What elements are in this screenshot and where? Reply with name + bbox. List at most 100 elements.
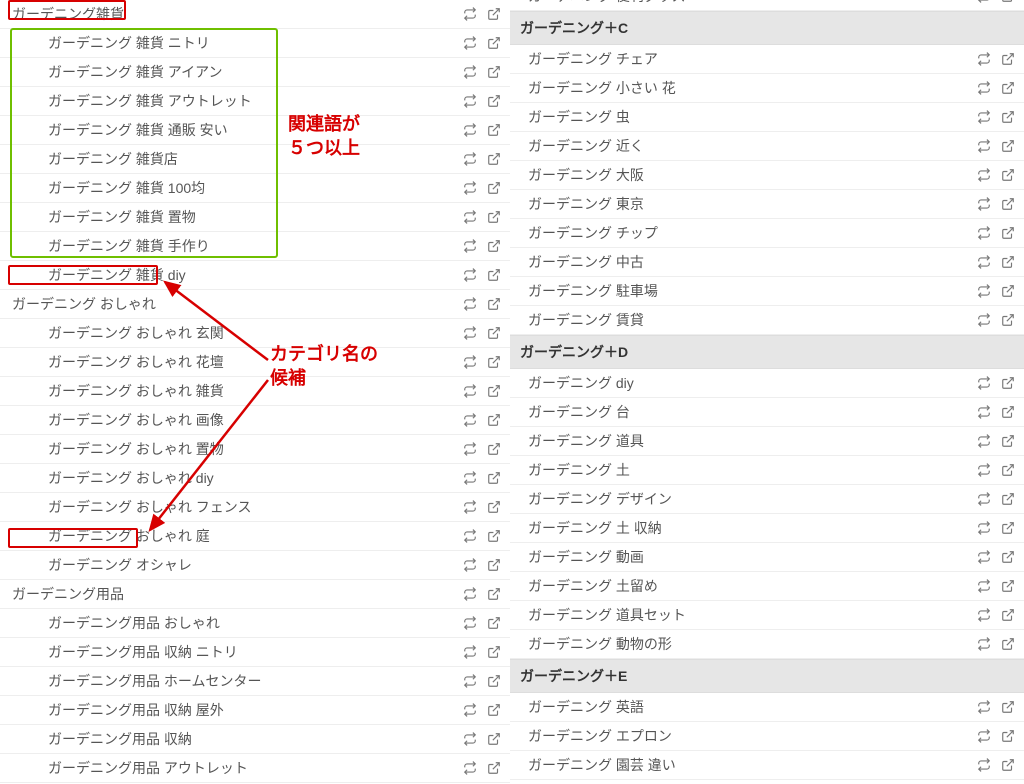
external-link-icon[interactable] bbox=[486, 238, 502, 254]
keyword-row[interactable]: ガーデニング 映画 bbox=[510, 780, 1024, 784]
keyword-row[interactable]: ガーデニング 雑貨 置物 bbox=[0, 203, 510, 232]
retweet-icon[interactable] bbox=[462, 731, 478, 747]
retweet-icon[interactable] bbox=[462, 760, 478, 776]
external-link-icon[interactable] bbox=[486, 180, 502, 196]
keyword-row[interactable]: ガーデニング おしゃれ 画像 bbox=[0, 406, 510, 435]
keyword-row[interactable]: ガーデニング 雑貨 アウトレット bbox=[0, 87, 510, 116]
retweet-icon[interactable] bbox=[462, 93, 478, 109]
keyword-row[interactable]: ガーデニング おしゃれ 玄関 bbox=[0, 319, 510, 348]
external-link-icon[interactable] bbox=[486, 209, 502, 225]
external-link-icon[interactable] bbox=[486, 35, 502, 51]
external-link-icon[interactable] bbox=[1000, 0, 1016, 4]
retweet-icon[interactable] bbox=[462, 296, 478, 312]
external-link-icon[interactable] bbox=[486, 296, 502, 312]
keyword-row[interactable]: ガーデニング 道具セット bbox=[510, 601, 1024, 630]
external-link-icon[interactable] bbox=[1000, 254, 1016, 270]
external-link-icon[interactable] bbox=[486, 325, 502, 341]
external-link-icon[interactable] bbox=[1000, 375, 1016, 391]
retweet-icon[interactable] bbox=[976, 491, 992, 507]
retweet-icon[interactable] bbox=[462, 615, 478, 631]
keyword-row[interactable]: ガーデニング 雑貨 diy bbox=[0, 261, 510, 290]
keyword-row[interactable]: ガーデニング 賃貸 bbox=[510, 306, 1024, 335]
retweet-icon[interactable] bbox=[976, 549, 992, 565]
retweet-icon[interactable] bbox=[462, 644, 478, 660]
retweet-icon[interactable] bbox=[462, 122, 478, 138]
external-link-icon[interactable] bbox=[1000, 225, 1016, 241]
keyword-row[interactable]: ガーデニング 動画 bbox=[510, 543, 1024, 572]
retweet-icon[interactable] bbox=[462, 6, 478, 22]
keyword-row[interactable]: ガーデニング おしゃれ 雑貨 bbox=[0, 377, 510, 406]
external-link-icon[interactable] bbox=[486, 383, 502, 399]
external-link-icon[interactable] bbox=[1000, 491, 1016, 507]
retweet-icon[interactable] bbox=[976, 196, 992, 212]
external-link-icon[interactable] bbox=[486, 122, 502, 138]
retweet-icon[interactable] bbox=[976, 51, 992, 67]
retweet-icon[interactable] bbox=[462, 470, 478, 486]
retweet-icon[interactable] bbox=[462, 209, 478, 225]
keyword-row[interactable]: ガーデニング おしゃれ 庭 bbox=[0, 522, 510, 551]
keyword-row[interactable]: ガーデニング 雑貨 ニトリ bbox=[0, 29, 510, 58]
keyword-row[interactable]: ガーデニング 英語 bbox=[510, 693, 1024, 722]
keyword-row[interactable]: ガーデニング 道具 bbox=[510, 427, 1024, 456]
keyword-row[interactable]: ガーデニング 便利グッズ bbox=[510, 0, 1024, 11]
keyword-row[interactable]: ガーデニング 大阪 bbox=[510, 161, 1024, 190]
retweet-icon[interactable] bbox=[976, 636, 992, 652]
external-link-icon[interactable] bbox=[486, 615, 502, 631]
external-link-icon[interactable] bbox=[1000, 699, 1016, 715]
retweet-icon[interactable] bbox=[462, 412, 478, 428]
retweet-icon[interactable] bbox=[462, 180, 478, 196]
external-link-icon[interactable] bbox=[1000, 728, 1016, 744]
external-link-icon[interactable] bbox=[1000, 520, 1016, 536]
external-link-icon[interactable] bbox=[1000, 138, 1016, 154]
external-link-icon[interactable] bbox=[486, 64, 502, 80]
external-link-icon[interactable] bbox=[1000, 196, 1016, 212]
retweet-icon[interactable] bbox=[976, 607, 992, 623]
external-link-icon[interactable] bbox=[486, 557, 502, 573]
retweet-icon[interactable] bbox=[976, 462, 992, 478]
external-link-icon[interactable] bbox=[486, 644, 502, 660]
retweet-icon[interactable] bbox=[976, 167, 992, 183]
keyword-row[interactable]: ガーデニング 雑貨 手作り bbox=[0, 232, 510, 261]
external-link-icon[interactable] bbox=[1000, 578, 1016, 594]
retweet-icon[interactable] bbox=[462, 354, 478, 370]
keyword-row[interactable]: ガーデニング 土 収納 bbox=[510, 514, 1024, 543]
external-link-icon[interactable] bbox=[1000, 757, 1016, 773]
keyword-row[interactable]: ガーデニング おしゃれ 置物 bbox=[0, 435, 510, 464]
retweet-icon[interactable] bbox=[976, 757, 992, 773]
keyword-row[interactable]: ガーデニング 小さい 花 bbox=[510, 74, 1024, 103]
retweet-icon[interactable] bbox=[462, 64, 478, 80]
keyword-row[interactable]: ガーデニング オシャレ bbox=[0, 551, 510, 580]
external-link-icon[interactable] bbox=[486, 151, 502, 167]
external-link-icon[interactable] bbox=[1000, 283, 1016, 299]
external-link-icon[interactable] bbox=[1000, 549, 1016, 565]
external-link-icon[interactable] bbox=[486, 6, 502, 22]
keyword-row[interactable]: ガーデニング 台 bbox=[510, 398, 1024, 427]
retweet-icon[interactable] bbox=[976, 283, 992, 299]
keyword-row[interactable]: ガーデニング 虫 bbox=[510, 103, 1024, 132]
keyword-row[interactable]: ガーデニング 雑貨店 bbox=[0, 145, 510, 174]
external-link-icon[interactable] bbox=[486, 499, 502, 515]
keyword-row[interactable]: ガーデニング用品 収納 bbox=[0, 725, 510, 754]
retweet-icon[interactable] bbox=[976, 699, 992, 715]
keyword-row[interactable]: ガーデニング おしゃれ bbox=[0, 290, 510, 319]
retweet-icon[interactable] bbox=[976, 225, 992, 241]
keyword-row[interactable]: ガーデニング用品 アウトレット bbox=[0, 754, 510, 783]
keyword-row[interactable]: ガーデニング 雑貨 通販 安い bbox=[0, 116, 510, 145]
external-link-icon[interactable] bbox=[486, 760, 502, 776]
keyword-row[interactable]: ガーデニング 土留め bbox=[510, 572, 1024, 601]
retweet-icon[interactable] bbox=[462, 325, 478, 341]
external-link-icon[interactable] bbox=[1000, 109, 1016, 125]
retweet-icon[interactable] bbox=[462, 528, 478, 544]
external-link-icon[interactable] bbox=[486, 441, 502, 457]
keyword-row[interactable]: ガーデニング用品 bbox=[0, 580, 510, 609]
external-link-icon[interactable] bbox=[486, 354, 502, 370]
keyword-row[interactable]: ガーデニング エプロン bbox=[510, 722, 1024, 751]
keyword-row[interactable]: ガーデニング用品 収納 ニトリ bbox=[0, 638, 510, 667]
keyword-row[interactable]: ガーデニング 動物の形 bbox=[510, 630, 1024, 659]
retweet-icon[interactable] bbox=[976, 520, 992, 536]
retweet-icon[interactable] bbox=[462, 383, 478, 399]
retweet-icon[interactable] bbox=[462, 499, 478, 515]
retweet-icon[interactable] bbox=[976, 109, 992, 125]
external-link-icon[interactable] bbox=[486, 93, 502, 109]
external-link-icon[interactable] bbox=[1000, 404, 1016, 420]
